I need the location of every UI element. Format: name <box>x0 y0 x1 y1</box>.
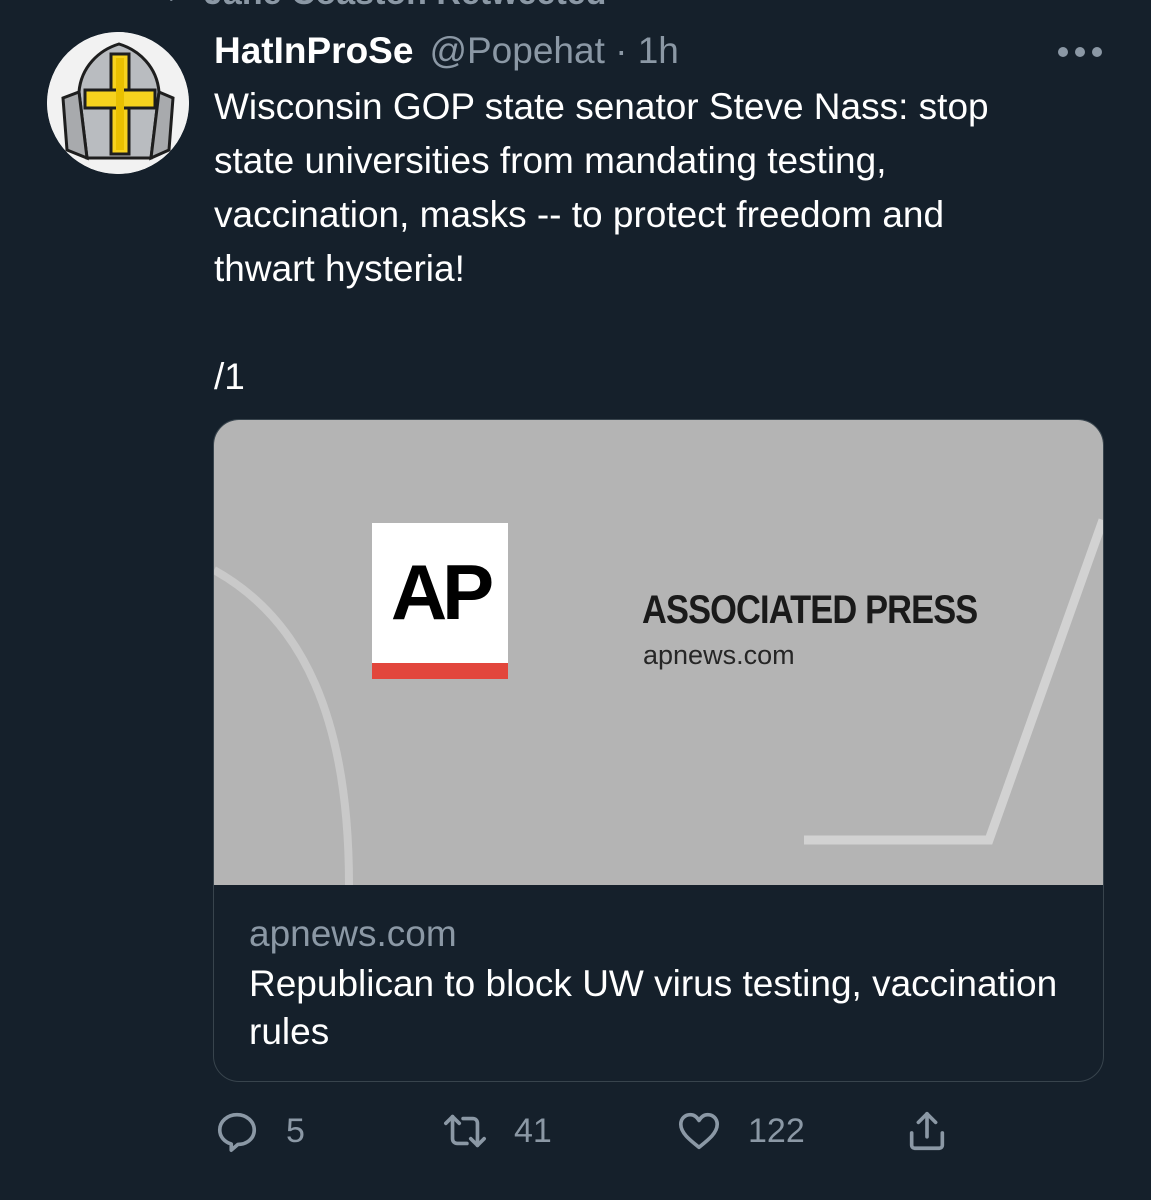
author-handle-and-time[interactable]: @Popehat · 1h <box>429 30 678 72</box>
more-options-icon <box>1058 47 1102 57</box>
tweet-text: Wisconsin GOP state senator Steve Nass: … <box>214 86 989 397</box>
retweet-banner[interactable]: Jane Coaston Retweeted <box>148 0 606 12</box>
like-button[interactable]: 122 <box>676 1104 805 1158</box>
link-card-title: Republican to block UW virus testing, va… <box>249 963 1058 1052</box>
retweet-count: 41 <box>514 1111 552 1150</box>
ap-brand-domain: apnews.com <box>643 640 795 670</box>
tweet-screen: Jane Coaston Retweeted HatInProSe @Popeh… <box>0 0 1151 1200</box>
retweet-button[interactable]: 41 <box>442 1104 552 1158</box>
author-display-name[interactable]: HatInProSe <box>214 30 413 72</box>
like-count: 122 <box>748 1111 805 1150</box>
share-icon <box>909 1111 945 1151</box>
retweet-icon <box>169 0 173 1</box>
more-options-button[interactable] <box>1052 32 1108 72</box>
tweet-action-bar: 5 41 122 <box>214 1104 974 1158</box>
retweet-banner-text: Jane Coaston Retweeted <box>204 0 606 13</box>
link-card[interactable]: AP ASSOCIATED PRESS apnews.com apnews.co… <box>213 419 1104 1082</box>
link-card-info: apnews.com Republican to block UW virus … <box>214 885 1103 1081</box>
reply-count: 5 <box>286 1111 305 1150</box>
ap-brand-name: ASSOCIATED PRESS <box>642 588 978 632</box>
share-button[interactable] <box>904 1104 950 1158</box>
heart-icon <box>678 1112 720 1150</box>
retweet-icon <box>444 1114 486 1148</box>
ap-logo: AP <box>372 523 508 679</box>
link-card-image: AP ASSOCIATED PRESS apnews.com <box>214 420 1103 885</box>
papal-mitre-avatar <box>47 32 189 174</box>
reply-button[interactable]: 5 <box>214 1104 305 1158</box>
ap-logo-letters: AP <box>390 548 494 636</box>
link-card-domain: apnews.com <box>249 913 457 954</box>
reply-icon <box>217 1112 257 1152</box>
avatar[interactable] <box>47 32 189 174</box>
ap-logo-bar <box>372 663 508 679</box>
tweet-header: HatInProSe @Popehat · 1h <box>214 26 679 76</box>
